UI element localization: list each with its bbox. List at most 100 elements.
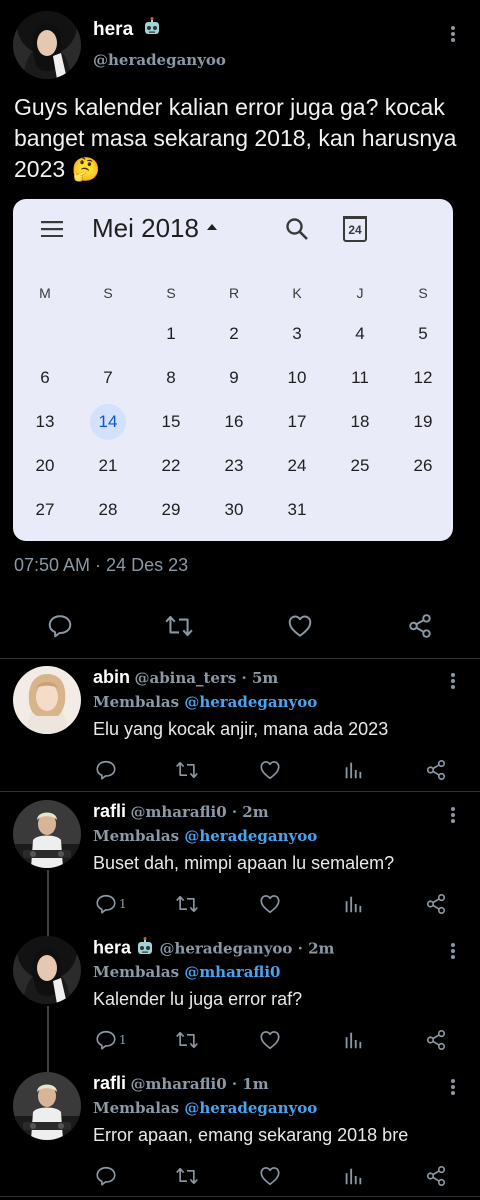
like-button[interactable]: [259, 893, 281, 915]
reply-time: · 1m: [226, 1075, 269, 1093]
divider: [0, 1196, 480, 1197]
like-button[interactable]: [259, 759, 281, 781]
author-name[interactable]: rafli: [93, 801, 126, 821]
calendar-day[interactable]: 27: [27, 492, 63, 528]
calendar-day[interactable]: 8: [153, 360, 189, 396]
author-name[interactable]: abin: [93, 667, 130, 687]
share-button[interactable]: [425, 893, 447, 915]
calendar-day[interactable]: 22: [153, 448, 189, 484]
calendar-day[interactable]: 17: [279, 404, 315, 440]
like-button[interactable]: [259, 1165, 281, 1187]
replying-to: Membalas @heradeganyoo: [93, 1099, 318, 1117]
reply-header: rafli @mharafli0 · 2m: [93, 801, 269, 822]
reply-button[interactable]: [47, 613, 73, 639]
calendar-day[interactable]: 2: [216, 316, 252, 352]
reply-icon: [96, 760, 116, 780]
reply-time: · 5m: [236, 669, 279, 687]
author-name[interactable]: rafli: [93, 1073, 126, 1093]
more-vertical-icon[interactable]: [441, 22, 465, 46]
reply-icon: [96, 1030, 116, 1050]
avatar[interactable]: [13, 1072, 81, 1140]
more-vertical-icon[interactable]: [441, 939, 465, 963]
avatar[interactable]: [13, 800, 81, 868]
author-handle[interactable]: @heradeganyoo: [93, 51, 226, 69]
retweet-button[interactable]: [175, 1029, 199, 1051]
views-icon: [345, 896, 362, 913]
retweet-button[interactable]: [175, 893, 199, 915]
calendar-day[interactable]: 30: [216, 492, 252, 528]
views-button[interactable]: [342, 759, 364, 781]
like-button[interactable]: [259, 1029, 281, 1051]
more-vertical-icon[interactable]: [441, 803, 465, 827]
retweet-button[interactable]: [175, 759, 199, 781]
calendar-day[interactable]: 19: [405, 404, 441, 440]
calendar-day[interactable]: 3: [279, 316, 315, 352]
calendar-day[interactable]: 5: [405, 316, 441, 352]
share-button[interactable]: [407, 613, 433, 639]
author-handle[interactable]: @heradeganyoo: [159, 940, 292, 958]
calendar-day[interactable]: 1: [153, 316, 189, 352]
author-handle[interactable]: @abina_ters: [134, 669, 236, 687]
mention-link[interactable]: @heradeganyoo: [184, 693, 317, 711]
retweet-button[interactable]: [175, 1165, 199, 1187]
calendar-day[interactable]: 28: [90, 492, 126, 528]
share-button[interactable]: [425, 1165, 447, 1187]
more-vertical-icon[interactable]: [441, 669, 465, 693]
calendar-day[interactable]: 31: [279, 492, 315, 528]
like-button[interactable]: [287, 613, 313, 639]
views-button[interactable]: [342, 1165, 364, 1187]
robot-icon: [142, 17, 162, 43]
more-vertical-icon[interactable]: [441, 1075, 465, 1099]
reply-header: hera @heradeganyoo · 2m: [93, 937, 334, 962]
tweet-timestamp: 07:50 AM · 24 Des 23: [14, 555, 189, 575]
calendar-day[interactable]: 12: [405, 360, 441, 396]
author-handle[interactable]: @mharafli0: [130, 803, 226, 821]
author-name[interactable]: hera: [93, 17, 162, 43]
calendar-day[interactable]: 13: [27, 404, 63, 440]
calendar-day[interactable]: 20: [27, 448, 63, 484]
calendar-day[interactable]: 4: [342, 316, 378, 352]
calendar-screenshot[interactable]: Mei 2018 24 MSSRKJS 1 2 3 4 5 6 7 8 9 10 11 12 13 14 1…: [13, 199, 453, 541]
calendar-day[interactable]: 23: [216, 448, 252, 484]
retweet-icon: [176, 895, 198, 913]
share-button[interactable]: [425, 759, 447, 781]
calendar-day[interactable]: 26: [405, 448, 441, 484]
reply-button[interactable]: [95, 1165, 119, 1187]
author-name[interactable]: hera: [93, 938, 131, 958]
calendar-day[interactable]: 6: [27, 360, 63, 396]
reply-button[interactable]: 1: [95, 1029, 127, 1051]
calendar-day[interactable]: 24: [279, 448, 315, 484]
weekday-label: S: [103, 285, 113, 301]
reply-button[interactable]: [95, 759, 119, 781]
calendar-day[interactable]: 7: [90, 360, 126, 396]
author-handle[interactable]: @mharafli0: [130, 1075, 226, 1093]
views-button[interactable]: [342, 1029, 364, 1051]
avatar[interactable]: [13, 666, 81, 734]
calendar-day-today[interactable]: 14: [90, 404, 126, 440]
calendar-day[interactable]: 29: [153, 492, 189, 528]
calendar-day[interactable]: 11: [342, 360, 378, 396]
avatar[interactable]: [13, 936, 81, 1004]
calendar-day[interactable]: 10: [279, 360, 315, 396]
search-icon: [285, 217, 309, 246]
calendar-day[interactable]: 18: [342, 404, 378, 440]
views-button[interactable]: [342, 893, 364, 915]
share-button[interactable]: [425, 1029, 447, 1051]
avatar[interactable]: [13, 11, 81, 79]
calendar-day[interactable]: 21: [90, 448, 126, 484]
reply-button[interactable]: 1: [95, 893, 127, 915]
mention-link[interactable]: @heradeganyoo: [184, 827, 317, 845]
calendar-day[interactable]: 15: [153, 404, 189, 440]
thread-connector: [47, 870, 49, 936]
weekday-label: R: [228, 285, 240, 301]
mention-link[interactable]: @mharafli0: [184, 963, 280, 981]
calendar-day[interactable]: 25: [342, 448, 378, 484]
reply-icon: [48, 615, 72, 638]
weekday-label: S: [166, 285, 176, 301]
calendar-day[interactable]: 16: [216, 404, 252, 440]
reply-count: 1: [119, 1033, 127, 1047]
retweet-button[interactable]: [164, 613, 194, 639]
reply-time: · 2m: [292, 939, 335, 958]
calendar-day[interactable]: 9: [216, 360, 252, 396]
mention-link[interactable]: @heradeganyoo: [184, 1099, 317, 1117]
